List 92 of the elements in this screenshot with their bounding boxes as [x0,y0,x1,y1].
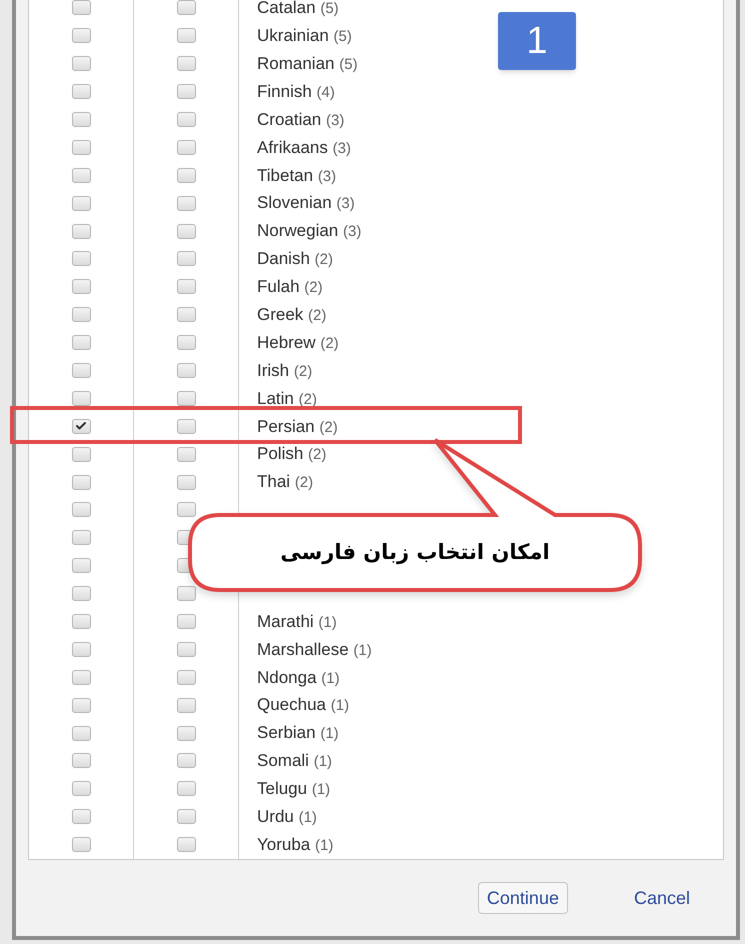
checkbox[interactable] [176,837,196,852]
checkbox[interactable] [72,363,90,378]
language-label: Ndonga (1) [257,666,340,689]
checkbox[interactable] [176,698,196,713]
checkbox[interactable] [72,168,90,183]
language-label: Serbian (1) [257,722,339,744]
checkbox[interactable] [72,726,90,741]
language-label: Tibetan (3) [257,164,336,187]
checkbox[interactable] [72,502,90,518]
language-label: Marshallese (1) [257,638,372,661]
checkbox[interactable] [72,781,90,796]
checkbox[interactable] [72,586,90,602]
checkbox[interactable] [72,196,90,211]
checkbox[interactable] [176,809,196,824]
checkbox[interactable] [176,474,196,490]
checkbox[interactable] [72,418,90,434]
checkbox[interactable] [176,586,196,602]
checkbox[interactable] [176,307,196,322]
checkbox[interactable] [176,726,196,741]
continue-button[interactable]: Continue [478,882,568,914]
checkbox[interactable] [72,28,90,44]
checkbox[interactable] [176,335,196,350]
language-label: Irish (2) [257,360,312,382]
language-label: Danish (2) [257,248,333,270]
checkbox[interactable] [72,307,90,322]
checkbox[interactable] [72,112,90,127]
language-label: Hebrew (2) [257,332,339,354]
language-label: Thai (2) [257,471,314,494]
checkbox[interactable] [72,140,90,155]
checkbox[interactable] [72,224,90,239]
checkbox[interactable] [72,335,90,350]
language-label: Urdu (1) [257,806,317,828]
checkbox[interactable] [176,446,196,462]
checkbox[interactable] [176,279,196,294]
checkbox[interactable] [72,809,90,824]
language-label: Romanian (5) [257,52,358,75]
checkbox[interactable] [72,390,90,406]
checkbox[interactable] [176,168,196,183]
language-label: Slovenian (3) [257,192,355,214]
language-label: Catalan (5) [257,0,339,20]
checkbox[interactable] [72,530,90,546]
checkbox[interactable] [176,502,196,518]
checkbox[interactable] [72,837,90,852]
checkbox[interactable] [176,140,196,155]
checkbox[interactable] [72,0,90,16]
checkbox[interactable] [176,753,196,768]
checkbox[interactable] [176,642,196,657]
step-badge: 1 [498,12,576,70]
callout-text: امکان انتخاب زبان فارسی [280,539,550,566]
checkbox[interactable] [72,698,90,713]
language-label: Yoruba (1) [257,834,334,856]
language-label: Croatian (3) [257,108,344,131]
checkbox[interactable] [72,251,90,266]
checkbox[interactable] [72,670,90,685]
language-label: Telugu (1) [257,778,330,800]
checkbox[interactable] [72,84,90,100]
language-label: Fulah (2) [257,276,323,298]
language-label: Ukrainian (5) [257,25,352,48]
checkbox[interactable] [72,558,90,574]
checkbox[interactable] [176,670,196,685]
checkbox[interactable] [72,56,90,72]
language-label: Polish (2) [257,443,326,466]
checkbox[interactable] [176,418,196,434]
language-label: Quechua (1) [257,694,350,716]
cancel-link[interactable]: Cancel [634,884,690,912]
checkbox[interactable] [176,614,196,630]
checkbox[interactable] [176,28,196,44]
checkbox[interactable] [176,56,196,72]
language-label: Marathi (1) [257,610,337,633]
checkbox[interactable] [72,279,90,294]
language-label: Finnish (4) [257,80,335,103]
checkbox[interactable] [72,642,90,657]
checkbox[interactable] [176,84,196,100]
language-label: Persian (2) [257,416,338,438]
checkbox[interactable] [176,224,196,239]
check-icon [75,420,87,432]
checkbox[interactable] [72,614,90,630]
checkbox[interactable] [176,363,196,378]
language-label: Norwegian (3) [257,220,362,242]
language-label: Latin (2) [257,388,317,410]
checkbox[interactable] [176,196,196,211]
checkbox[interactable] [176,112,196,127]
checkbox[interactable] [72,474,90,490]
checkbox[interactable] [176,0,196,16]
checkbox[interactable] [72,446,90,462]
language-label: Somali (1) [257,750,332,772]
checkbox[interactable] [176,251,196,266]
language-label: Greek (2) [257,304,326,326]
checkbox[interactable] [176,781,196,796]
checkbox[interactable] [72,753,90,768]
checkbox[interactable] [176,390,196,406]
language-label: Afrikaans (3) [257,136,351,159]
